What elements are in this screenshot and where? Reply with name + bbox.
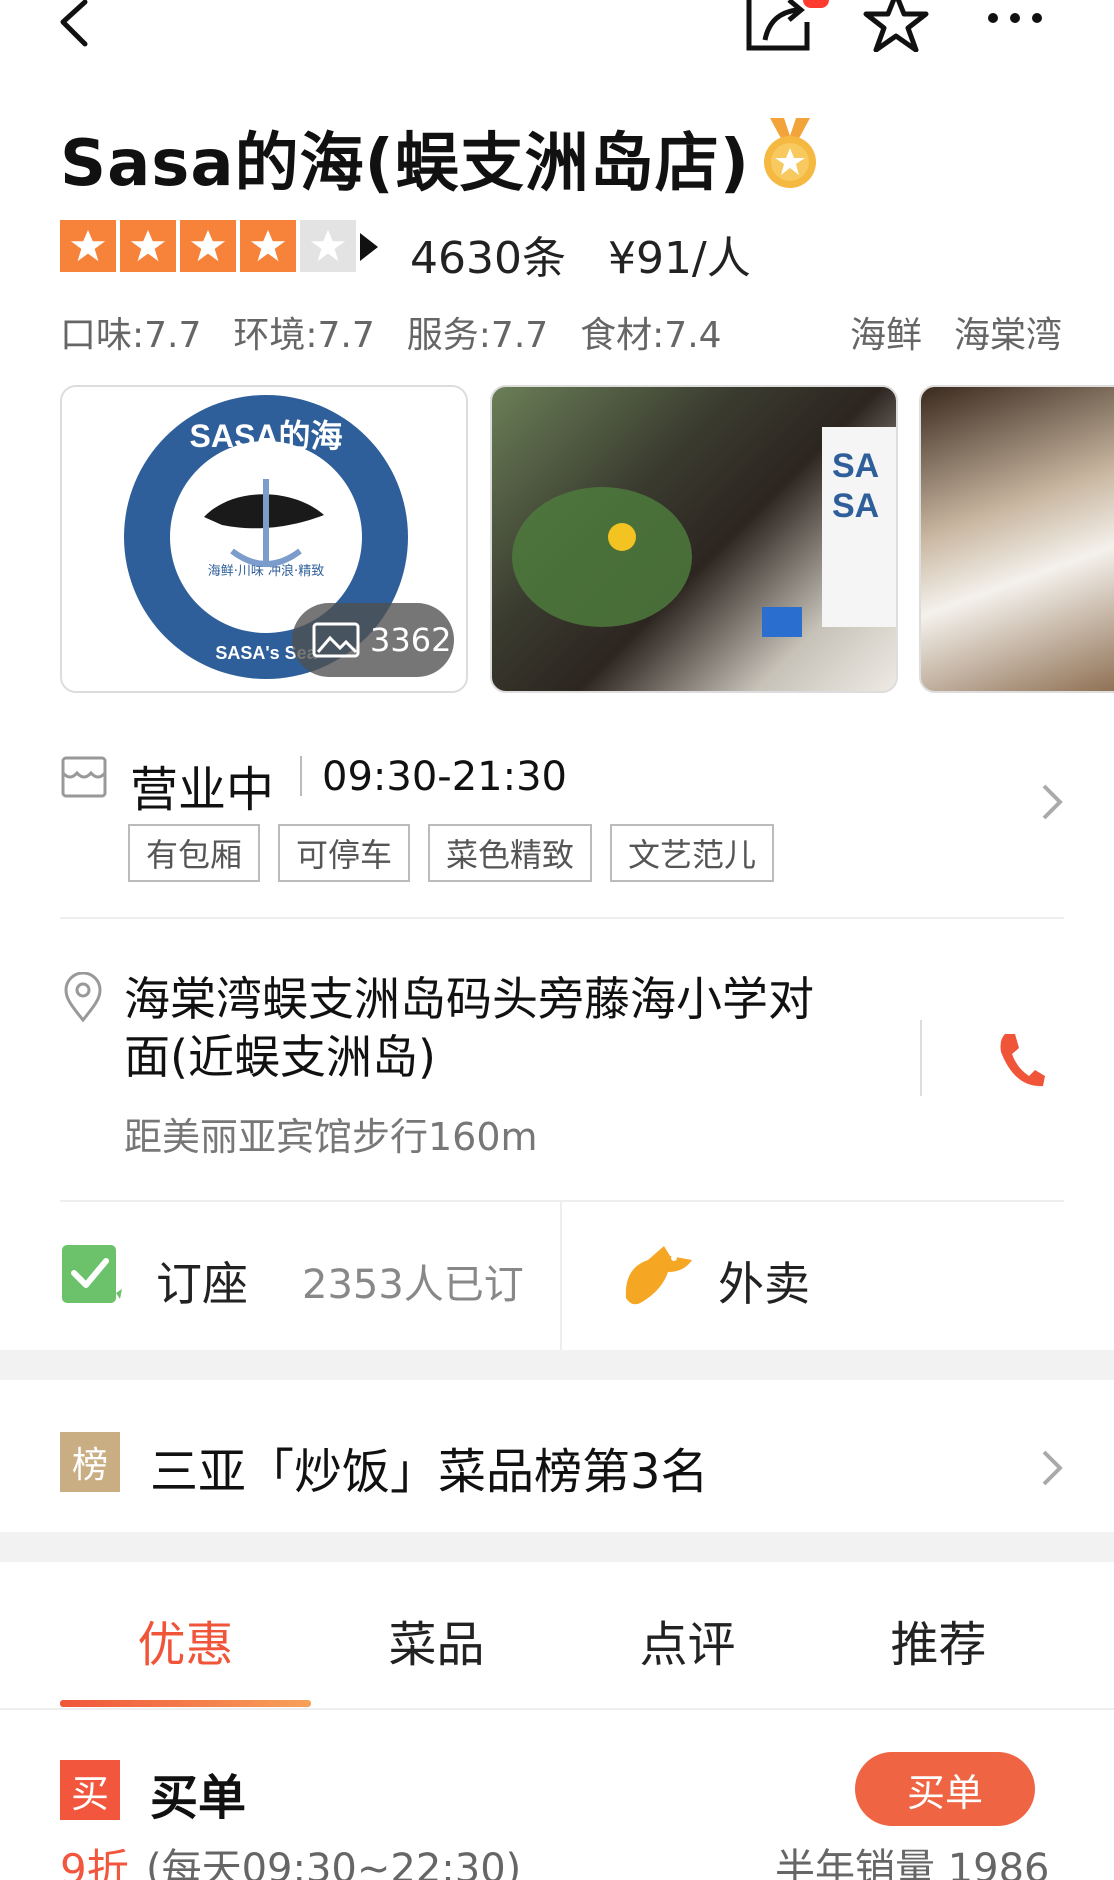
rating-star-icon (180, 220, 236, 272)
favorite-button[interactable] (860, 0, 930, 60)
category-tags: 海鲜 海棠湾 (850, 306, 1062, 358)
back-arrow-icon (60, 0, 88, 47)
detail-tabs: 优惠 菜品 点评 推荐 (60, 1610, 1064, 1710)
location-pin-icon (60, 971, 106, 1024)
divider (300, 756, 302, 796)
rating-star-icon (300, 220, 356, 272)
photo-dish[interactable] (919, 385, 1114, 693)
rating-stars (60, 220, 356, 272)
rating-star-icon (240, 220, 296, 272)
divider (560, 1200, 562, 1350)
divider (920, 1020, 922, 1096)
booking-button[interactable]: 订座 (156, 1248, 248, 1314)
share-button[interactable] (745, 0, 815, 60)
avg-price: ¥91/人 (607, 233, 751, 284)
feature-tag: 文艺范儿 (610, 824, 775, 882)
section-gap (0, 1532, 1114, 1562)
dish-rank[interactable]: 三亚「炒饭」菜品榜第3名 (150, 1432, 709, 1502)
score-environment: 环境:7.7 (233, 315, 375, 356)
buy-badge: 买 (60, 1760, 120, 1820)
category-tag[interactable]: 海鲜 (850, 306, 922, 358)
kangaroo-icon (618, 1238, 698, 1312)
feature-tag: 菜色精致 (428, 824, 593, 882)
takeout-button[interactable]: 外卖 (718, 1248, 810, 1314)
business-hours: 09:30-21:30 (322, 754, 567, 800)
feature-tags: 有包厢 可停车 菜色精致 文艺范儿 (128, 824, 775, 882)
rating-expand-icon[interactable] (360, 233, 378, 261)
rating-star-icon (60, 220, 116, 272)
open-status: 营业中 (130, 762, 275, 818)
category-tag[interactable]: 海棠湾 (954, 306, 1062, 358)
section-gap (0, 1350, 1114, 1380)
phone-button[interactable] (995, 1030, 1047, 1090)
discount: 9折 (60, 1845, 129, 1880)
active-tab-indicator (60, 1700, 311, 1707)
notification-dot (803, 0, 829, 8)
tab-recommend[interactable]: 推荐 (813, 1610, 1064, 1710)
hours-chevron-icon[interactable] (1040, 782, 1064, 826)
feature-tag: 有包厢 (128, 824, 261, 882)
tab-dishes[interactable]: 菜品 (311, 1610, 562, 1710)
photo-count-badge[interactable]: 3362 (292, 603, 454, 677)
divider (60, 917, 1064, 919)
more-dots-icon (988, 13, 1042, 23)
tab-reviews[interactable]: 点评 (562, 1610, 813, 1710)
pay-bill-button[interactable]: 买单 (855, 1752, 1035, 1826)
tab-deals[interactable]: 优惠 (60, 1610, 311, 1710)
star-outline-icon (863, 0, 929, 53)
photo-count: 3362 (370, 621, 452, 659)
svg-text:SA: SA (832, 487, 879, 525)
rating-summary[interactable]: 4630条 ¥91/人 (410, 222, 751, 286)
shop-address[interactable]: 海棠湾蜈支洲岛码头旁藤海小学对面(近蜈支洲岛) (124, 970, 824, 1086)
deal-title: 买单 (150, 1770, 247, 1826)
score-list: 口味:7.7 环境:7.7 服务:7.7 食材:7.4 (60, 306, 722, 358)
more-button[interactable] (985, 0, 1045, 60)
booking-count: 2353人已订 (302, 1262, 524, 1308)
feature-tag: 可停车 (278, 824, 411, 882)
divider (60, 1200, 1064, 1202)
sales-count: 半年销量 1986 (775, 1846, 1050, 1880)
logo-text: SASA的海 (190, 418, 343, 454)
photo-storefront[interactable]: SA SA (490, 385, 898, 693)
review-count: 4630条 (410, 233, 566, 284)
rating-star-icon (120, 220, 176, 272)
shop-icon (60, 755, 108, 801)
shop-name: Sasa的海(蜈支洲岛店) (60, 127, 751, 201)
walking-distance: 距美丽亚宾馆步行160m (124, 1115, 538, 1159)
score-service: 服务:7.7 (406, 315, 549, 356)
gold-medal-icon (762, 118, 818, 190)
discount-time: (每天09:30~22:30) (146, 1846, 522, 1880)
svg-text:SA: SA (832, 447, 879, 485)
score-ingredients: 食材:7.4 (580, 315, 722, 356)
score-taste: 口味:7.7 (60, 315, 202, 356)
booking-check-icon (60, 1243, 126, 1305)
back-button[interactable] (55, 0, 115, 60)
share-icon (746, 0, 810, 51)
rank-badge: 榜 (60, 1432, 120, 1492)
phone-icon (1000, 1034, 1045, 1087)
rank-chevron-icon[interactable] (1040, 1448, 1064, 1492)
divider (0, 1708, 1114, 1710)
image-icon (312, 622, 360, 658)
